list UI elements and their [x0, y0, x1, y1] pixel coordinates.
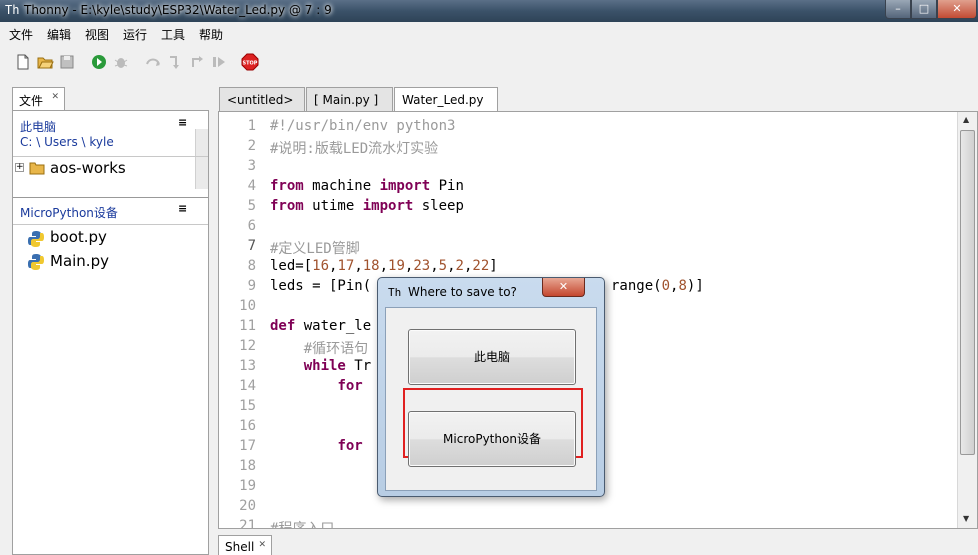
title-bar: Th Thonny - E:\kyle\study\ESP32\Water_Le… — [0, 0, 978, 22]
line-number: 12 — [239, 338, 256, 354]
expand-icon[interactable]: + — [15, 163, 24, 172]
tab-main-py[interactable]: [ Main.py ] — [306, 87, 393, 111]
line-number: 9 — [247, 278, 256, 294]
code-line: for — [337, 438, 363, 454]
line-number: 3 — [247, 158, 256, 174]
menu-file[interactable]: 文件 — [9, 26, 33, 43]
save-icon[interactable] — [58, 53, 76, 71]
tab-files-label: 文件 — [19, 94, 44, 108]
dialog-title: Where to save to? — [408, 285, 517, 299]
line-number: 11 — [239, 318, 256, 334]
divider — [13, 224, 208, 225]
device-heading[interactable]: MicroPython设备 — [20, 204, 118, 221]
line-number: 14 — [239, 378, 256, 394]
line-number: 5 — [247, 198, 256, 214]
save-to-computer-button[interactable]: 此电脑 — [408, 329, 576, 385]
new-file-icon[interactable] — [14, 53, 32, 71]
dialog-close-button[interactable]: ✕ — [542, 278, 585, 297]
current-path[interactable]: C: \ Users \ kyle — [20, 135, 114, 149]
menu-tools[interactable]: 工具 — [161, 26, 185, 43]
scroll-down-icon[interactable]: ▼ — [963, 514, 969, 523]
python-file-icon — [28, 254, 44, 270]
code-line: while Tr — [303, 358, 372, 374]
svg-text:STOP: STOP — [243, 61, 258, 67]
scrollbar[interactable] — [195, 129, 208, 189]
code-line: #循环语句 — [270, 341, 369, 357]
run-icon[interactable] — [90, 53, 108, 71]
python-file-icon — [28, 231, 44, 247]
maximize-button[interactable]: □ — [911, 0, 937, 19]
menu-bar: 文件 编辑 视图 运行 工具 帮助 — [0, 22, 978, 44]
file-main-py[interactable]: Main.py — [50, 252, 109, 270]
step-over-icon[interactable] — [144, 53, 162, 71]
line-number: 1 — [247, 118, 256, 134]
scrollbar-thumb[interactable] — [960, 130, 975, 455]
close-icon[interactable]: ✕ — [51, 92, 59, 102]
minimize-button[interactable]: – — [885, 0, 911, 19]
line-number: 21 — [239, 518, 256, 529]
stop-icon[interactable]: STOP — [241, 53, 259, 71]
tab-shell[interactable]: Shell ✕ — [218, 535, 272, 555]
line-number: 13 — [239, 358, 256, 374]
file-boot-py[interactable]: boot.py — [50, 228, 107, 246]
window-title: Thonny - E:\kyle\study\ESP32\Water_Led.p… — [24, 3, 332, 17]
line-number: 10 — [239, 298, 256, 314]
step-out-icon[interactable] — [188, 53, 206, 71]
code-line: leds = [Pin( — [270, 278, 372, 294]
line-number: 17 — [239, 438, 256, 454]
menu-view[interactable]: 视图 — [85, 26, 109, 43]
this-computer-heading[interactable]: 此电脑 — [20, 118, 56, 135]
line-number-gutter: 1 2 3 4 5 6 7 8 9 10 11 12 13 14 15 16 1… — [219, 112, 262, 528]
code-line: #!/usr/bin/env python3 — [270, 118, 456, 134]
line-number: 2 — [247, 138, 256, 154]
menu-icon[interactable]: ≡ — [178, 116, 187, 129]
line-number: 8 — [247, 258, 256, 274]
menu-run[interactable]: 运行 — [123, 26, 147, 43]
code-line: range(0,8)] — [611, 278, 704, 294]
menu-help[interactable]: 帮助 — [199, 26, 223, 43]
code-line: #程序入口 — [270, 521, 335, 529]
line-number: 20 — [239, 498, 256, 514]
divider — [13, 197, 208, 198]
dialog-body: 此电脑 MicroPython设备 — [385, 307, 597, 491]
line-number: 15 — [239, 398, 256, 414]
folder-aos-works[interactable]: aos-works — [50, 159, 126, 177]
tab-files[interactable]: 文件 ✕ — [12, 87, 65, 111]
divider — [13, 156, 208, 157]
line-number: 6 — [247, 218, 256, 234]
tab-water-led-py[interactable]: Water_Led.py — [394, 87, 498, 112]
line-number: 4 — [247, 178, 256, 194]
close-icon[interactable]: ✕ — [258, 540, 266, 550]
tab-shell-label: Shell — [225, 540, 255, 554]
code-line: led=[16,17,18,19,23,5,2,22] — [270, 258, 498, 274]
save-location-dialog: Th Where to save to? ✕ 此电脑 MicroPython设备 — [377, 277, 605, 497]
close-button[interactable]: ✕ — [937, 0, 977, 19]
line-number: 7 — [247, 238, 256, 254]
code-line: for — [337, 378, 363, 394]
code-line: #定义LED管脚 — [270, 241, 360, 257]
save-to-device-button[interactable]: MicroPython设备 — [408, 411, 576, 467]
step-into-icon[interactable] — [166, 53, 184, 71]
files-panel: 此电脑 ≡ C: \ Users \ kyle + aos-works Micr… — [12, 110, 209, 555]
line-number: 18 — [239, 458, 256, 474]
code-line: from utime import sleep — [270, 198, 464, 214]
code-line: def water_le — [270, 318, 372, 334]
scroll-up-icon[interactable]: ▲ — [963, 115, 969, 124]
menu-edit[interactable]: 编辑 — [47, 26, 71, 43]
thonny-logo-icon: Th — [5, 3, 20, 17]
tab-untitled[interactable]: <untitled> — [219, 87, 305, 111]
resume-icon[interactable] — [210, 53, 228, 71]
code-line: #说明:版载LED流水灯实验 — [270, 141, 439, 157]
code-line: from machine import Pin — [270, 178, 464, 194]
line-number: 16 — [239, 418, 256, 434]
menu-icon[interactable]: ≡ — [178, 202, 187, 215]
toolbar: STOP — [0, 44, 978, 82]
open-file-icon[interactable] — [36, 53, 54, 71]
line-number: 19 — [239, 478, 256, 494]
thonny-logo-icon: Th — [388, 286, 402, 299]
folder-icon — [29, 162, 45, 175]
debug-icon[interactable] — [112, 53, 130, 71]
editor-scrollbar[interactable]: ▲ ▼ — [957, 112, 977, 528]
